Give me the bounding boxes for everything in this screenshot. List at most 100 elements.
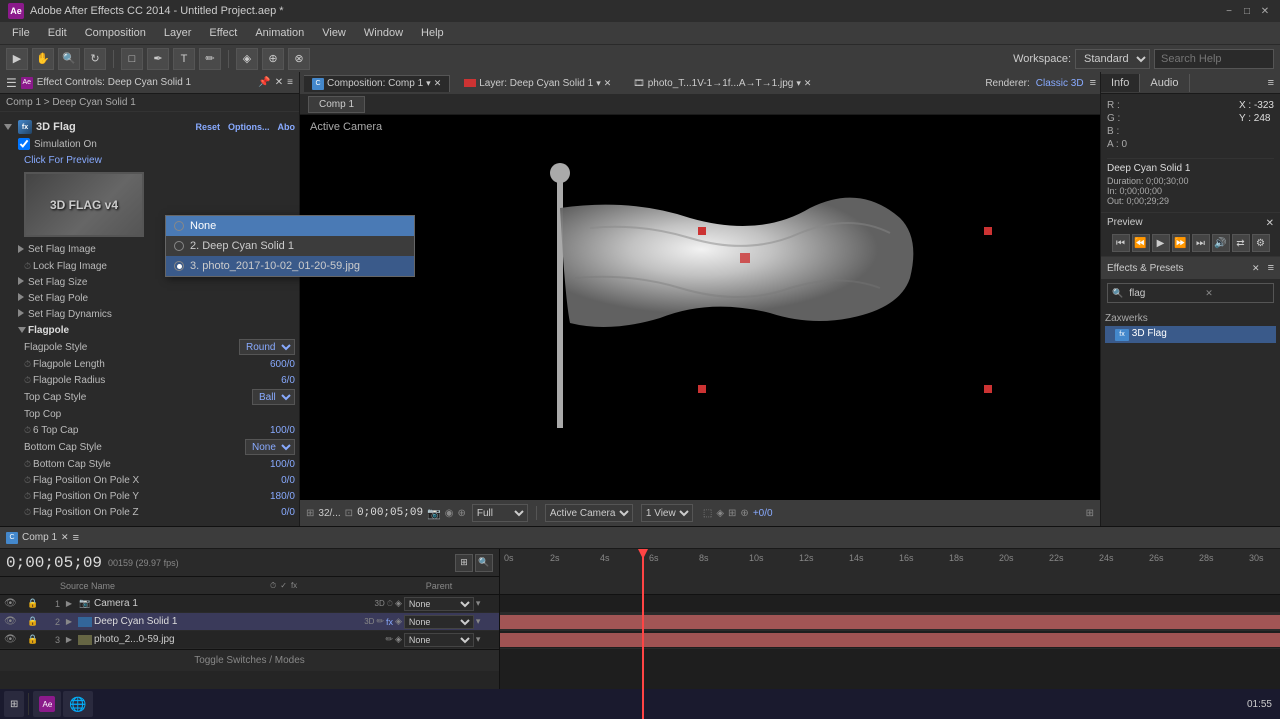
flagpole-length-value[interactable]: 600/0 bbox=[270, 359, 295, 370]
parent-arrow-3[interactable]: ▾ bbox=[476, 634, 481, 645]
layer-expand-3[interactable]: ▶ bbox=[62, 633, 76, 647]
tool-extra3[interactable]: ⊗ bbox=[288, 48, 310, 70]
bottom-cap-scale-value[interactable]: 100/0 bbox=[270, 459, 295, 470]
tl-btn1[interactable]: ⊞ bbox=[455, 554, 473, 572]
prev-audio[interactable]: 🔊 bbox=[1212, 234, 1230, 252]
viewer-canvas[interactable]: Active Camera bbox=[300, 115, 1100, 500]
frame-rate-value[interactable]: 32/... bbox=[318, 508, 340, 519]
flagpole-radius-value[interactable]: 6/0 bbox=[281, 375, 295, 386]
viewer-expand-icon[interactable]: ⊞ bbox=[1086, 508, 1094, 519]
layer-lock-1[interactable]: 🔒 bbox=[26, 597, 40, 611]
footage-viewer-tab[interactable]: 🎞 photo_T...1V-1→1f...A→T→1.jpg ▾ ✕ bbox=[625, 76, 819, 91]
eye-icon-2[interactable]: 👁 bbox=[4, 616, 17, 627]
top-cap-scale-value[interactable]: 100/0 bbox=[270, 425, 295, 436]
tool-rect[interactable]: □ bbox=[121, 48, 143, 70]
maximize-button[interactable]: □ bbox=[1240, 4, 1254, 18]
viewer-options-btn3[interactable]: ⊕ bbox=[457, 508, 465, 519]
layer-name-1[interactable]: Camera 1 bbox=[94, 598, 373, 609]
layer-name-2[interactable]: Deep Cyan Solid 1 bbox=[94, 616, 362, 627]
parent-select-1[interactable]: None bbox=[404, 597, 474, 611]
eye-icon-1[interactable]: 👁 bbox=[4, 598, 17, 609]
prev-loop[interactable]: ⇄ bbox=[1232, 234, 1250, 252]
layer-tab-close[interactable]: ✕ bbox=[604, 78, 612, 89]
eye-icon-3[interactable]: 👁 bbox=[4, 634, 17, 645]
dropdown-none[interactable]: None bbox=[166, 216, 414, 236]
panel-pin-icon[interactable]: 📌 bbox=[258, 77, 270, 88]
twirl-flag-pole[interactable] bbox=[18, 292, 28, 304]
tool-rotate[interactable]: ↻ bbox=[84, 48, 106, 70]
stopwatch-lock[interactable]: ⏱ bbox=[24, 261, 31, 272]
time-offset[interactable]: +0/0 bbox=[753, 508, 773, 519]
minimize-button[interactable]: − bbox=[1222, 4, 1236, 18]
dropdown-deep-cyan[interactable]: 2. Deep Cyan Solid 1 bbox=[166, 236, 414, 256]
viewer-options-btn2[interactable]: ◉ bbox=[445, 508, 454, 519]
taskbar-ae[interactable]: Ae bbox=[33, 691, 61, 717]
stopwatch-bot-cap[interactable]: ⏱ bbox=[24, 459, 31, 470]
fx-icon-2[interactable]: fx bbox=[386, 617, 393, 627]
parent-select-icon-2[interactable]: ◈ bbox=[395, 616, 402, 627]
playhead[interactable] bbox=[642, 549, 644, 594]
tool-extra2[interactable]: ⊕ bbox=[262, 48, 284, 70]
stopwatch-flag-x[interactable]: ⏱ bbox=[24, 475, 31, 486]
zaxwerks-group-header[interactable]: Zaxwerks bbox=[1105, 311, 1276, 326]
effects-close[interactable]: ✕ bbox=[1252, 263, 1260, 274]
corner-handle-bl[interactable] bbox=[984, 385, 992, 393]
footage-tab-close[interactable]: ✕ bbox=[804, 78, 812, 89]
parent-arrow-2[interactable]: ▾ bbox=[476, 616, 481, 627]
layer-name-3[interactable]: photo_2...0-59.jpg bbox=[94, 634, 383, 645]
parent-select-icon-1[interactable]: ◈ bbox=[395, 598, 402, 609]
effects-options[interactable]: ≡ bbox=[1268, 262, 1274, 274]
track-bar-3[interactable] bbox=[500, 633, 1280, 647]
renderer-value[interactable]: Classic 3D bbox=[1036, 78, 1084, 89]
viewer-options-icon[interactable]: ≡ bbox=[1090, 77, 1096, 89]
simulation-on-checkbox[interactable] bbox=[18, 138, 30, 150]
twirl-flag-dynamics[interactable] bbox=[18, 308, 28, 320]
comp-1-tab[interactable]: Comp 1 bbox=[308, 96, 365, 113]
flag-pos-z-value[interactable]: 0/0 bbox=[281, 507, 295, 518]
prev-back[interactable]: ⏪ bbox=[1132, 234, 1150, 252]
preview-close[interactable]: ✕ bbox=[1266, 218, 1274, 229]
comp-tab-menu[interactable]: ▾ bbox=[426, 78, 431, 89]
parent-select-3[interactable]: None bbox=[404, 633, 474, 647]
zoom-select[interactable]: FullHalfQuarter bbox=[472, 504, 528, 522]
tool-hand[interactable]: ✋ bbox=[32, 48, 54, 70]
camera-snapshot-icon[interactable]: 📷 bbox=[427, 507, 441, 520]
stopwatch-flag-z[interactable]: ⏱ bbox=[24, 507, 31, 518]
viewer-extra-icon4[interactable]: ⊕ bbox=[740, 508, 748, 519]
prev-last[interactable]: ⏭ bbox=[1192, 234, 1210, 252]
menu-help[interactable]: Help bbox=[413, 25, 452, 41]
viewer-extra-icon2[interactable]: ◈ bbox=[716, 508, 724, 519]
tab-audio[interactable]: Audio bbox=[1140, 74, 1189, 92]
layer-lock-2[interactable]: 🔒 bbox=[26, 615, 40, 629]
timecode-display[interactable]: 0;00;05;09 bbox=[357, 507, 423, 519]
corner-handle-tl[interactable] bbox=[984, 227, 992, 235]
parent-select-icon-3[interactable]: ◈ bbox=[395, 634, 402, 645]
menu-edit[interactable]: Edit bbox=[40, 25, 75, 41]
flag-pos-x-value[interactable]: 0/0 bbox=[281, 475, 295, 486]
view-select[interactable]: 1 View bbox=[641, 504, 693, 522]
menu-layer[interactable]: Layer bbox=[156, 25, 200, 41]
layer-expand-1[interactable]: ▶ bbox=[62, 597, 76, 611]
taskbar-chrome[interactable]: 🌐 bbox=[63, 691, 92, 717]
parent-select-2[interactable]: None bbox=[404, 615, 474, 629]
menu-file[interactable]: File bbox=[4, 25, 38, 41]
prev-fwd[interactable]: ⏩ bbox=[1172, 234, 1190, 252]
stopwatch-flag-y[interactable]: ⏱ bbox=[24, 491, 31, 502]
prev-first[interactable]: ⏮ bbox=[1112, 234, 1130, 252]
timeline-close[interactable]: ✕ bbox=[61, 532, 69, 543]
flag-pos-y-value[interactable]: 180/0 bbox=[270, 491, 295, 502]
click-preview-label[interactable]: Click For Preview bbox=[24, 155, 295, 166]
pencil-icon-3[interactable]: ✏ bbox=[385, 634, 393, 645]
panel-options-icon[interactable]: ≡ bbox=[287, 77, 293, 88]
flagpole-style-select[interactable]: Round bbox=[239, 339, 295, 355]
tab-info[interactable]: Info bbox=[1101, 74, 1140, 92]
timeline-timecode[interactable]: 0;00;05;09 bbox=[6, 554, 102, 572]
tool-text[interactable]: T bbox=[173, 48, 195, 70]
twirl-flagpole[interactable] bbox=[18, 324, 28, 336]
3d-flag-effect-item[interactable]: fx 3D Flag bbox=[1105, 326, 1276, 343]
twirl-3d-flag[interactable] bbox=[4, 121, 14, 133]
reset-btn[interactable]: Reset bbox=[195, 122, 220, 132]
pencil-icon-2[interactable]: ✏ bbox=[376, 616, 384, 627]
tool-extra1[interactable]: ◈ bbox=[236, 48, 258, 70]
menu-composition[interactable]: Composition bbox=[77, 25, 154, 41]
